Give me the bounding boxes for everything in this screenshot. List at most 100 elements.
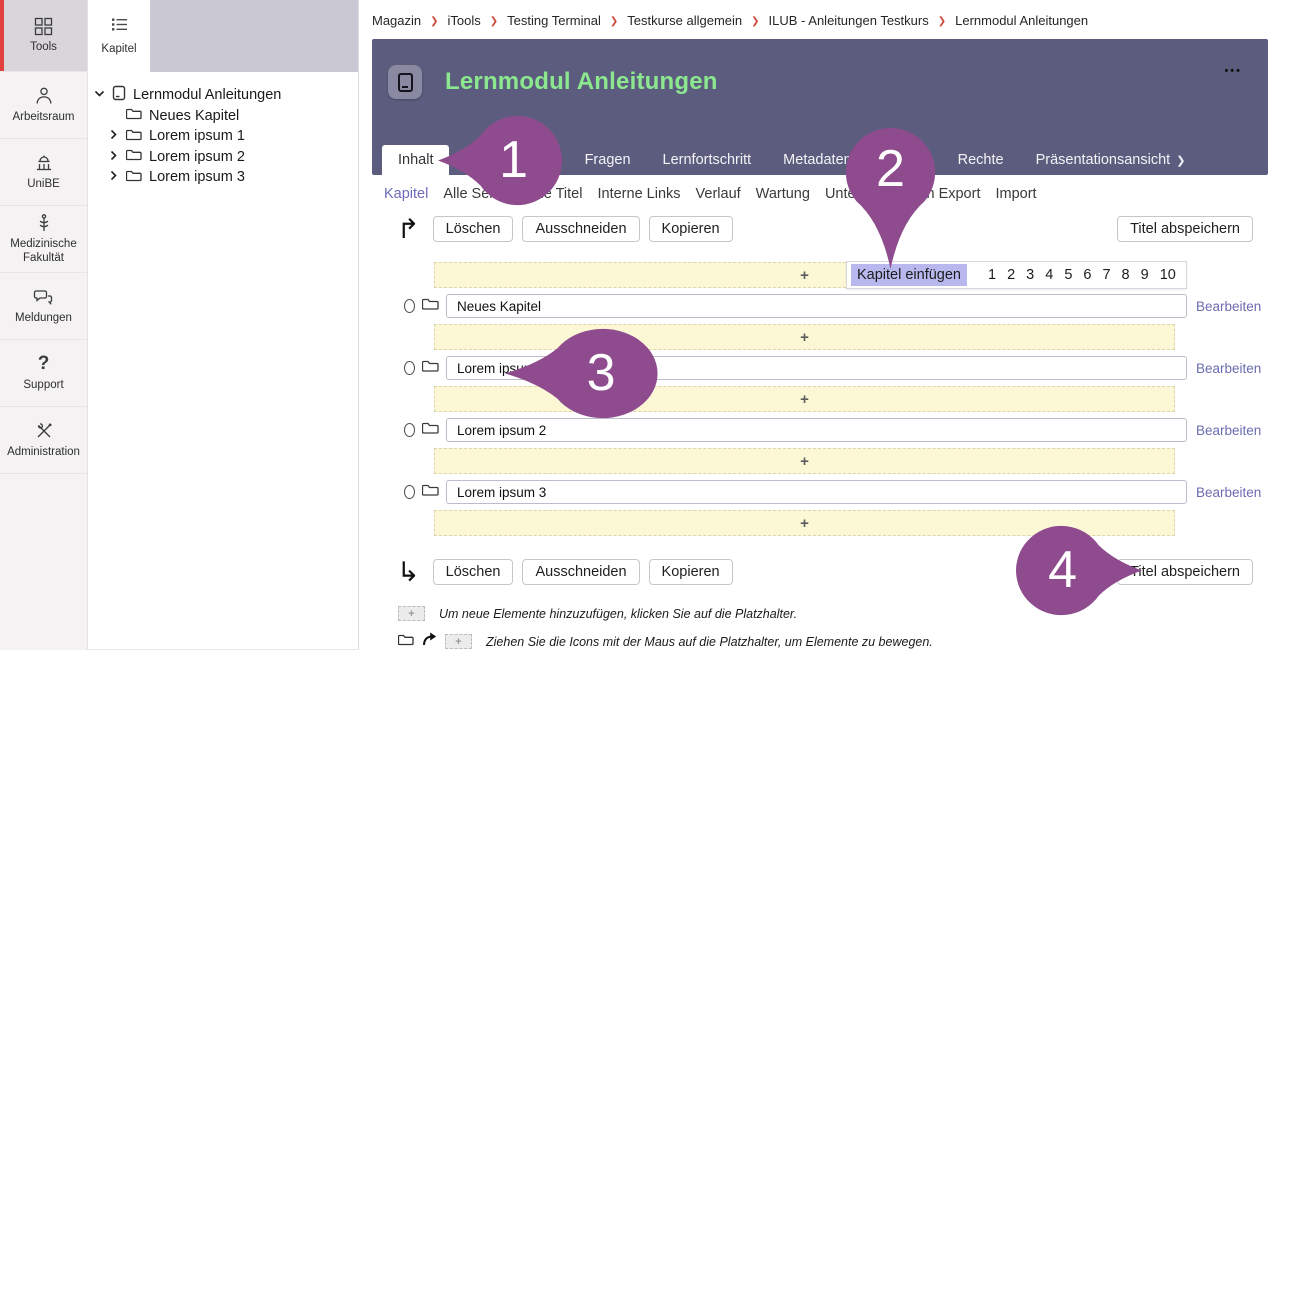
tab-rechte[interactable]: Rechte xyxy=(942,145,1020,175)
subtab-alle-titel[interactable]: Alle Titel xyxy=(528,186,583,202)
mainbar-item-medizinische-fakultaet[interactable]: Medizinische Fakultät xyxy=(0,206,87,273)
insert-count-option[interactable]: 6 xyxy=(1083,267,1091,283)
insert-count-option[interactable]: 2 xyxy=(1007,267,1015,283)
curved-arrow-icon xyxy=(422,632,437,651)
breadcrumb-link[interactable]: Testkurse allgemein xyxy=(627,13,742,28)
tree-item[interactable]: Lorem ipsum 3 xyxy=(88,167,358,188)
edit-link[interactable]: Bearbeiten xyxy=(1196,299,1261,314)
save-titles-button[interactable]: Titel abspeichern xyxy=(1117,559,1253,585)
delete-button[interactable]: Löschen xyxy=(433,559,514,585)
insert-count-option[interactable]: 4 xyxy=(1045,267,1053,283)
insert-count-option[interactable]: 7 xyxy=(1102,267,1110,283)
folder-icon[interactable] xyxy=(422,297,439,316)
tree-item-root[interactable]: Lernmodul Anleitungen xyxy=(88,85,358,106)
tree-item[interactable]: Lorem ipsum 1 xyxy=(88,126,358,147)
insert-count-option[interactable]: 10 xyxy=(1160,267,1176,283)
mainbar-item-label: Meldungen xyxy=(12,312,75,325)
chevron-right-icon[interactable] xyxy=(108,169,119,185)
subtab-alle-seiten[interactable]: Alle Seiten xyxy=(443,186,512,202)
cut-button[interactable]: Ausschneiden xyxy=(522,216,639,242)
tab-praesentationsansicht[interactable]: Präsentationsansicht❯ xyxy=(1020,145,1202,175)
row-checkbox[interactable] xyxy=(404,361,415,375)
delete-button[interactable]: Löschen xyxy=(433,216,514,242)
insert-count-option[interactable]: 9 xyxy=(1141,267,1149,283)
tree-item-label[interactable]: Neues Kapitel xyxy=(149,108,239,124)
copy-button[interactable]: Kopieren xyxy=(649,559,733,585)
insert-count-option[interactable]: 8 xyxy=(1122,267,1130,283)
chapter-title-input[interactable] xyxy=(446,356,1187,380)
folder-icon xyxy=(126,107,142,124)
subtab-verlauf[interactable]: Verlauf xyxy=(696,186,741,202)
university-icon xyxy=(33,153,55,173)
tab-kapitel-panel[interactable]: Kapitel xyxy=(88,0,150,72)
chevron-right-icon[interactable] xyxy=(108,149,119,165)
cut-button[interactable]: Ausschneiden xyxy=(522,559,639,585)
actions-ellipsis-icon[interactable]: ••• xyxy=(1224,65,1242,77)
folder-icon xyxy=(398,633,414,651)
mainbar-item-administration[interactable]: Administration xyxy=(0,407,87,474)
learning-module-icon xyxy=(112,85,126,105)
folder-icon xyxy=(126,128,142,145)
chevron-right-icon: ❯ xyxy=(1176,155,1185,167)
folder-icon[interactable] xyxy=(422,421,439,440)
chapter-title-input[interactable] xyxy=(446,294,1187,318)
insert-count-option[interactable]: 3 xyxy=(1026,267,1034,283)
row-checkbox[interactable] xyxy=(404,423,415,437)
folder-icon[interactable] xyxy=(422,483,439,502)
breadcrumb-link[interactable]: Magazin xyxy=(372,13,421,28)
insert-count-option[interactable]: 5 xyxy=(1064,267,1072,283)
mainbar-item-unibe[interactable]: UniBE xyxy=(0,139,87,206)
edit-link[interactable]: Bearbeiten xyxy=(1196,423,1261,438)
list-icon xyxy=(111,17,128,37)
drop-placeholder[interactable]: + Kapitel einfügen 1 2 3 4 5 6 7 8 9 10 xyxy=(434,262,1175,288)
insert-chapter-label[interactable]: Kapitel einfügen xyxy=(851,264,967,286)
edit-link[interactable]: Bearbeiten xyxy=(1196,485,1261,500)
subtab-untertitel-medien[interactable]: Untertitel Medien Export xyxy=(825,186,981,202)
tab-inhalt[interactable]: Inhalt xyxy=(382,145,449,175)
chevron-down-icon[interactable] xyxy=(94,87,105,103)
tree-item[interactable]: Lorem ipsum 2 xyxy=(88,147,358,168)
mainbar: Tools Arbeitsraum UniBE Medizinische Fak… xyxy=(0,0,88,650)
folder-icon[interactable] xyxy=(422,359,439,378)
drop-placeholder[interactable]: + xyxy=(434,510,1175,536)
breadcrumb-link[interactable]: Testing Terminal xyxy=(507,13,601,28)
insert-count-option[interactable]: 1 xyxy=(988,267,996,283)
mainbar-item-label: Tools xyxy=(27,41,60,54)
breadcrumb-separator-icon: ❯ xyxy=(938,16,946,27)
tab-lernfortschritt[interactable]: Lernfortschritt xyxy=(647,145,768,175)
chapter-row: Bearbeiten xyxy=(404,480,1268,504)
mainbar-item-label: Support xyxy=(20,379,66,392)
subtab-interne-links[interactable]: Interne Links xyxy=(597,186,680,202)
chevron-right-icon[interactable] xyxy=(108,128,119,144)
drop-placeholder[interactable]: + xyxy=(434,324,1175,350)
mainbar-item-support[interactable]: ? Support xyxy=(0,340,87,407)
save-titles-button[interactable]: Titel abspeichern xyxy=(1117,216,1253,242)
tree-item-label[interactable]: Lernmodul Anleitungen xyxy=(133,87,281,103)
tab-einstellungen[interactable]: Einstellungen xyxy=(449,145,568,175)
copy-button[interactable]: Kopieren xyxy=(649,216,733,242)
mainbar-item-arbeitsraum[interactable]: Arbeitsraum xyxy=(0,72,87,139)
tree-item-label[interactable]: Lorem ipsum 1 xyxy=(149,128,245,144)
tree-item-label[interactable]: Lorem ipsum 3 xyxy=(149,169,245,185)
drop-placeholder[interactable]: + xyxy=(434,386,1175,412)
tree-item-label[interactable]: Lorem ipsum 2 xyxy=(149,149,245,165)
tab-metadaten[interactable]: Metadaten xyxy=(767,145,868,175)
tab-export[interactable]: Export xyxy=(868,145,942,175)
subtab-import[interactable]: Import xyxy=(995,186,1036,202)
subtab-kapitel[interactable]: Kapitel xyxy=(384,186,428,202)
chapter-title-input[interactable] xyxy=(446,418,1187,442)
breadcrumb-link[interactable]: ILUB - Anleitungen Testkurs xyxy=(769,13,929,28)
chapter-title-input[interactable] xyxy=(446,480,1187,504)
subtab-wartung[interactable]: Wartung xyxy=(756,186,810,202)
mainbar-item-tools[interactable]: Tools xyxy=(0,0,87,72)
row-checkbox[interactable] xyxy=(404,485,415,499)
row-checkbox[interactable] xyxy=(404,299,415,313)
mainbar-item-meldungen[interactable]: Meldungen xyxy=(0,273,87,340)
tab-fragen[interactable]: Fragen xyxy=(569,145,647,175)
chat-icon xyxy=(33,287,55,307)
drop-placeholder[interactable]: + xyxy=(434,448,1175,474)
edit-link[interactable]: Bearbeiten xyxy=(1196,361,1261,376)
mainbar-item-label: Medizinische Fakultät xyxy=(0,238,87,264)
breadcrumb-link[interactable]: iTools xyxy=(448,13,481,28)
tree-item[interactable]: Neues Kapitel xyxy=(88,106,358,127)
